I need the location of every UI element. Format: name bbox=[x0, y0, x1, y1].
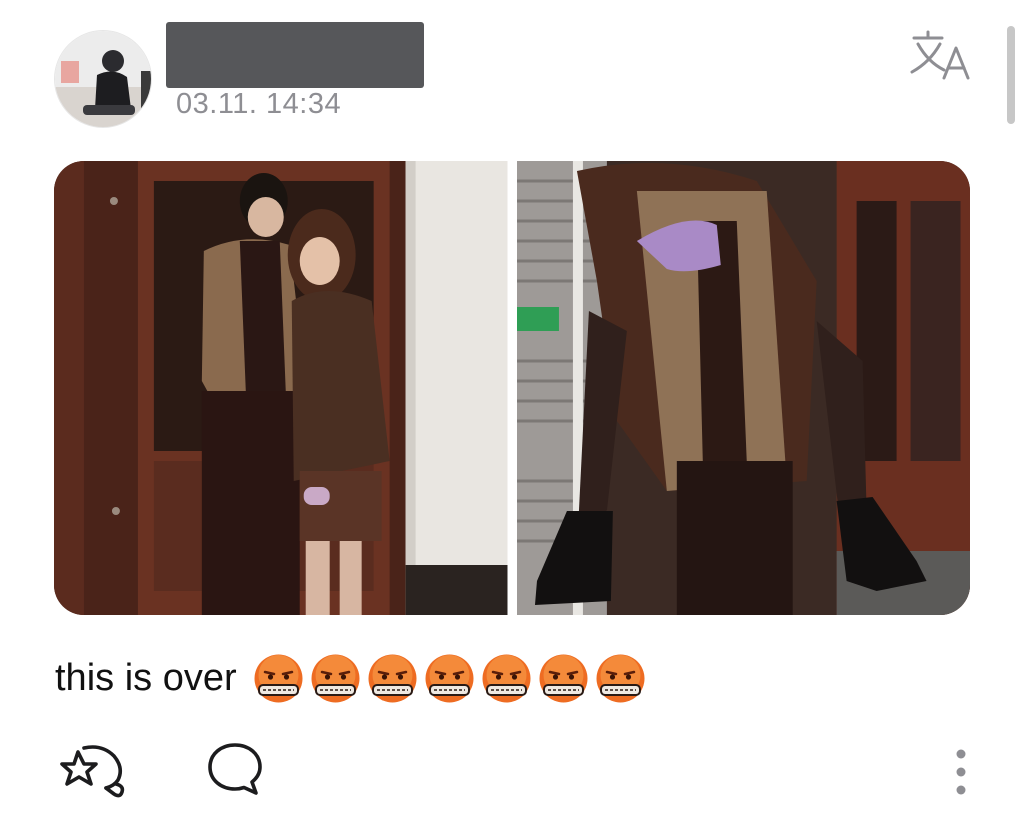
photo-2[interactable] bbox=[516, 161, 970, 615]
post-timestamp: 03.11. 14:34 bbox=[176, 88, 342, 120]
face-with-symbols-on-mouth-emoji bbox=[481, 653, 532, 704]
face-with-symbols-on-mouth-emoji bbox=[538, 653, 589, 704]
face-with-symbols-on-mouth-emoji bbox=[424, 653, 475, 704]
caption-text: this is over bbox=[55, 656, 237, 699]
photo-2-image bbox=[516, 161, 970, 615]
scrollbar[interactable] bbox=[1007, 26, 1015, 124]
photo-gallery bbox=[54, 161, 970, 615]
face-with-symbols-on-mouth-emoji bbox=[310, 653, 361, 704]
star-hand-icon[interactable] bbox=[58, 742, 130, 800]
photo-1-image bbox=[54, 161, 508, 615]
avatar-image bbox=[55, 31, 151, 127]
post-caption: this is over bbox=[55, 652, 646, 704]
avatar[interactable] bbox=[54, 30, 152, 128]
speech-bubble-icon[interactable] bbox=[206, 741, 264, 797]
username-redacted bbox=[166, 22, 424, 88]
photo-1[interactable] bbox=[54, 161, 508, 615]
more-vertical-icon[interactable] bbox=[950, 748, 972, 798]
face-with-symbols-on-mouth-emoji bbox=[367, 653, 418, 704]
translate-icon[interactable] bbox=[908, 28, 974, 84]
face-with-symbols-on-mouth-emoji bbox=[595, 653, 646, 704]
face-with-symbols-on-mouth-emoji bbox=[253, 653, 304, 704]
